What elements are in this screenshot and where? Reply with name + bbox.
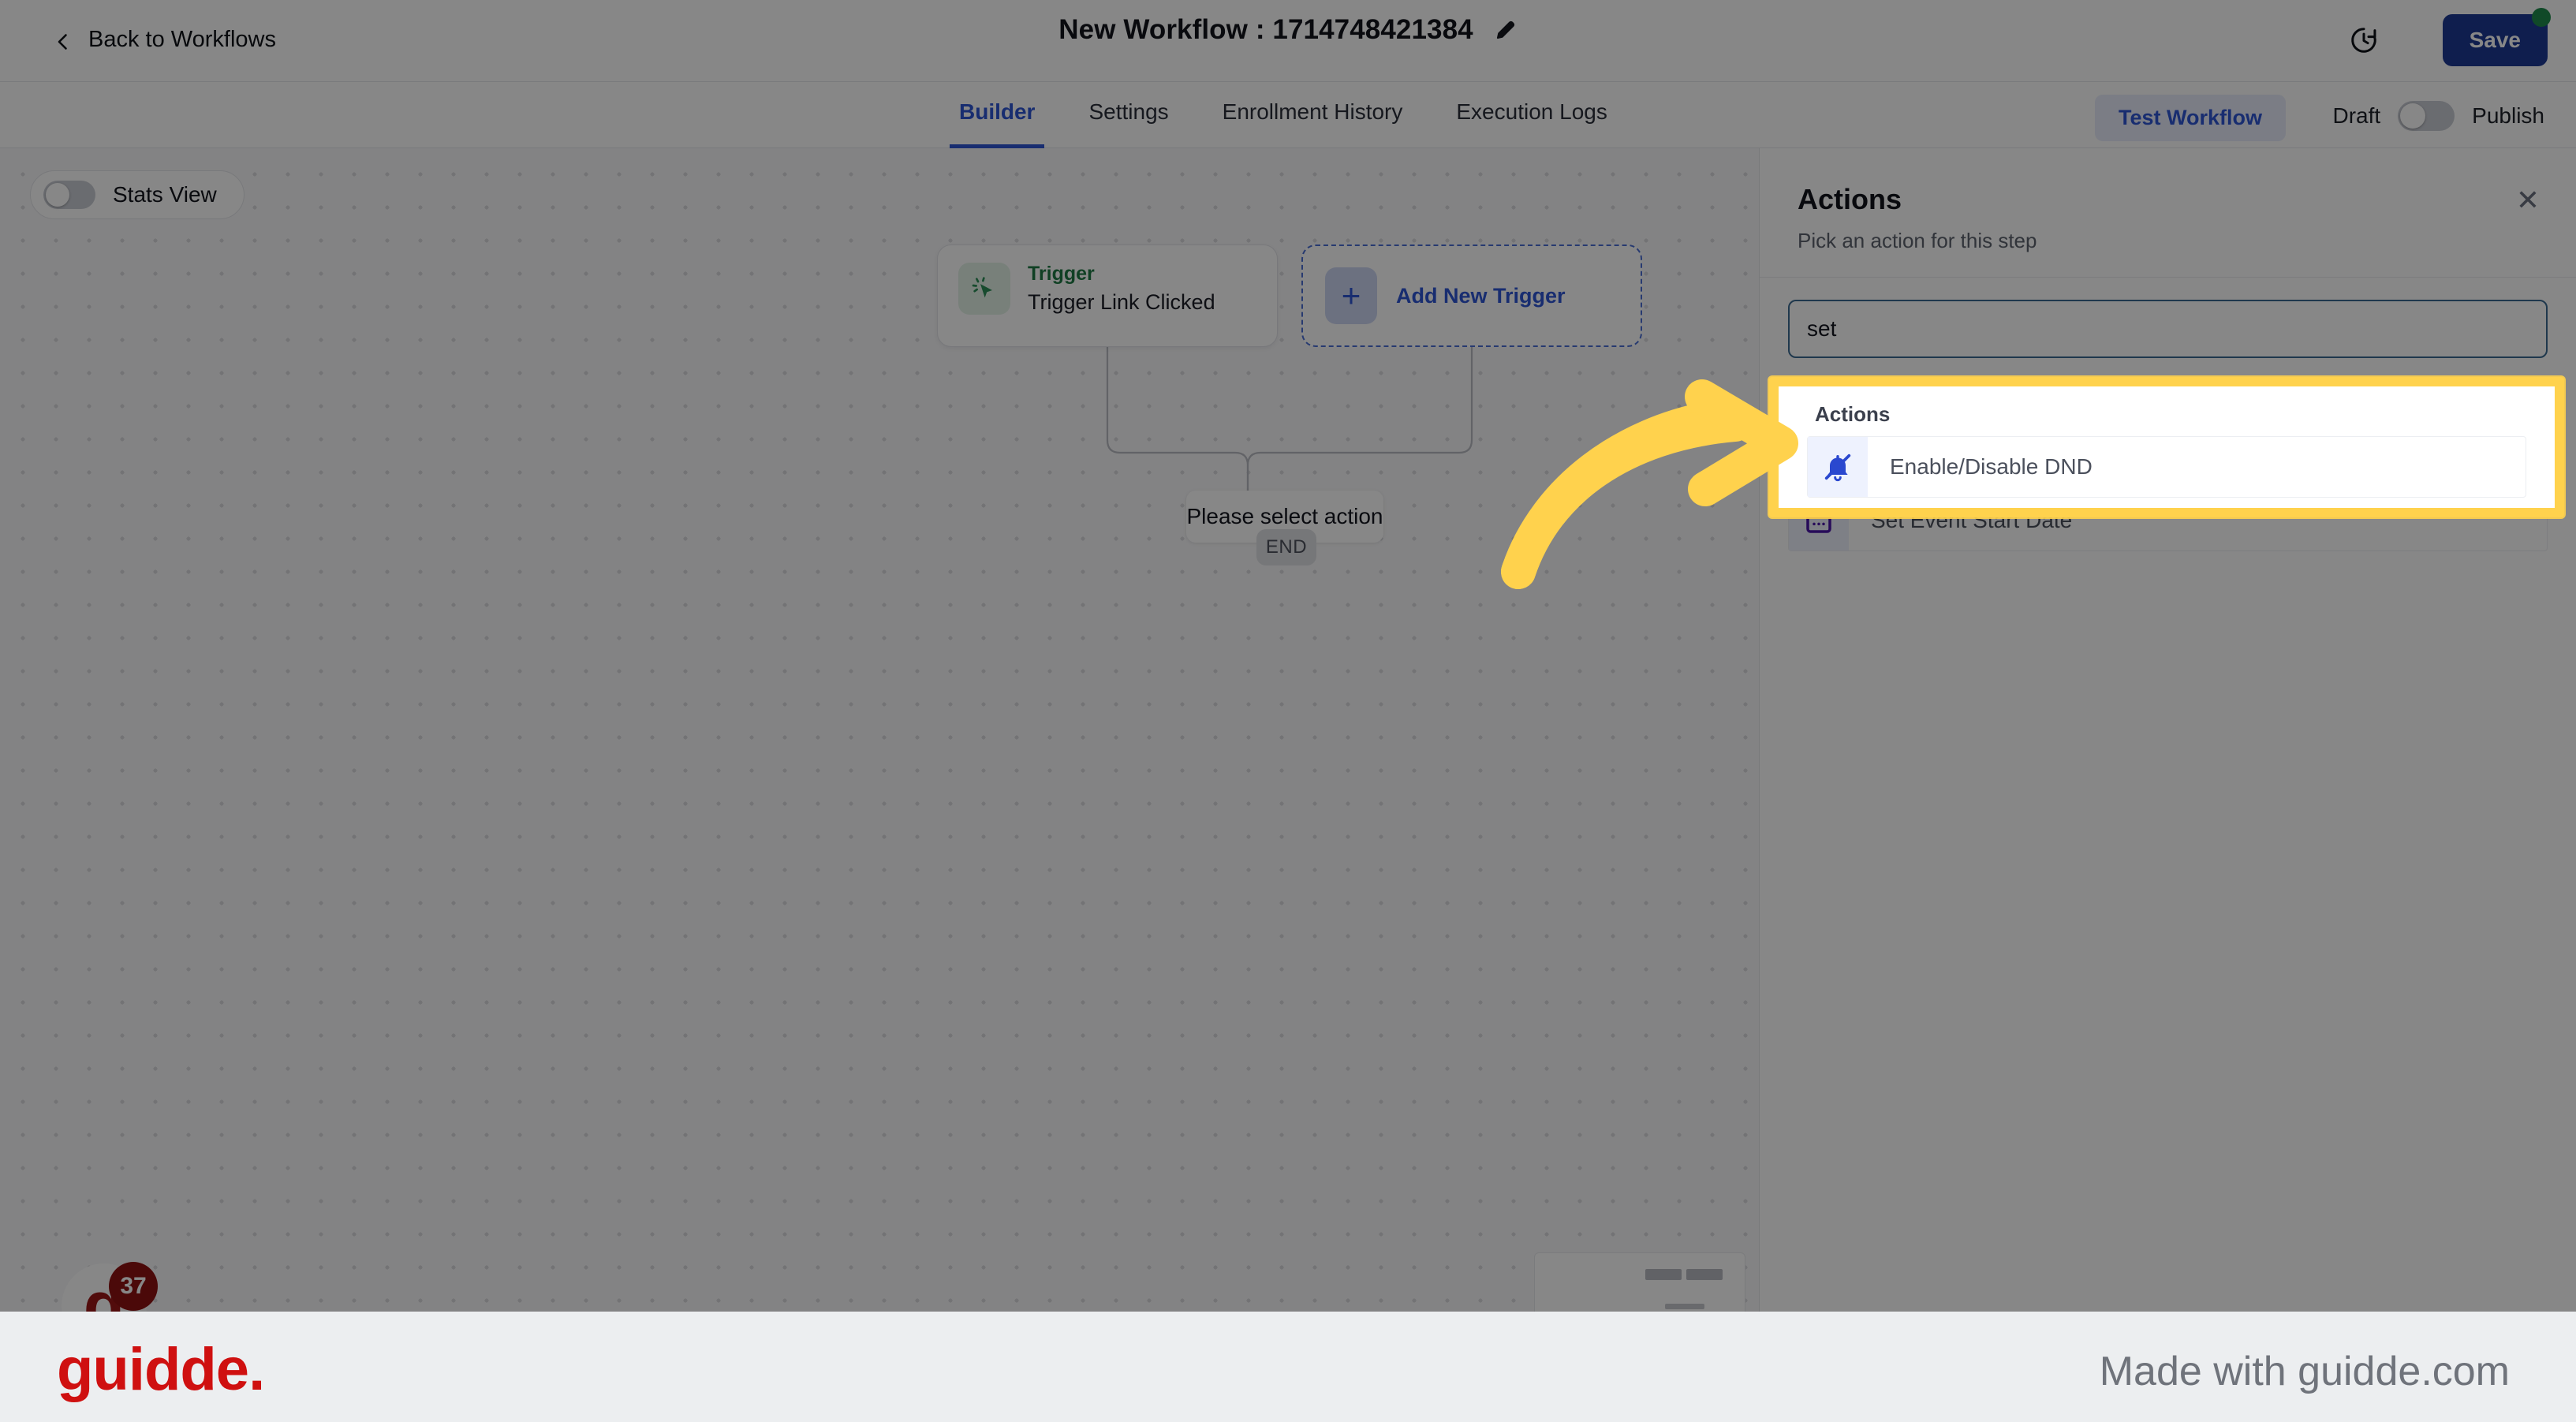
history-clock-icon[interactable] (2349, 25, 2379, 55)
highlight-box: Actions Enable/Disable DND (1769, 377, 2564, 517)
add-new-trigger-label: Add New Trigger (1396, 283, 1566, 308)
search-input[interactable] (1788, 300, 2548, 358)
add-new-trigger-button[interactable]: + Add New Trigger (1301, 244, 1642, 347)
bell-off-icon (1808, 437, 1868, 497)
end-node: END (1256, 529, 1316, 565)
minimap-node-c (1665, 1304, 1704, 1309)
highlight-results-group-header: Actions (1815, 402, 1891, 426)
minimap-node-a (1645, 1269, 1682, 1280)
guidde-step-badge: 37 (109, 1262, 158, 1311)
trigger-kind-label: Trigger (1028, 263, 1095, 285)
trigger-name-label: Trigger Link Clicked (1028, 290, 1215, 314)
minimap-node-b (1686, 1269, 1723, 1280)
actions-panel-subtitle: Pick an action for this step (1798, 229, 2037, 252)
cursor-click-icon (958, 263, 1010, 315)
plus-icon: + (1325, 267, 1377, 324)
application-window: Back to Workflows New Workflow : 1714748… (0, 0, 2576, 1312)
actions-panel-header: Actions Pick an action for this step ✕ (1760, 148, 2576, 278)
page-title: New Workflow : 1714748421384 (1058, 14, 1473, 45)
stats-view-switch[interactable] (43, 181, 95, 209)
draft-label: Draft (2332, 103, 2381, 128)
actions-search-wrap (1760, 278, 2576, 358)
publish-label: Publish (2472, 103, 2544, 128)
test-workflow-button[interactable]: Test Workflow (2094, 95, 2286, 141)
actions-panel-title: Actions (1798, 183, 1902, 215)
save-button[interactable]: Save (2442, 14, 2548, 66)
trigger-node[interactable]: Trigger Trigger Link Clicked (937, 244, 1278, 347)
highlighted-results-group: Actions Enable/Disable DND (1779, 386, 2555, 498)
save-status-dot (2532, 8, 2551, 27)
guidde-logo: guidde. (57, 1336, 265, 1403)
tab-bar: Builder Settings Enrollment History Exec… (0, 82, 2576, 148)
made-with-guidde-label: Made with guidde.com (2099, 1349, 2510, 1394)
canvas-minimap[interactable] (1534, 1252, 1745, 1312)
pencil-icon[interactable] (1494, 18, 1518, 42)
screen-root: Back to Workflows New Workflow : 1714748… (0, 0, 2576, 1422)
publish-toggle-knob (2400, 103, 2426, 129)
tab-list: Builder Settings Enrollment History Exec… (932, 82, 1634, 148)
publish-toggle[interactable] (2398, 101, 2455, 131)
actions-panel: Actions Pick an action for this step ✕ A… (1759, 148, 2576, 1312)
publish-toggle-group: Draft Publish (2332, 101, 2544, 131)
stats-view-knob (46, 183, 69, 207)
guidde-footer: guidde. Made with guidde.com (0, 1312, 2576, 1422)
tab-settings[interactable]: Settings (1062, 82, 1195, 148)
top-bar: Back to Workflows New Workflow : 1714748… (0, 0, 2576, 82)
highlight-action-item-enable-disable-dnd[interactable]: Enable/Disable DND (1807, 436, 2526, 498)
stats-view-toggle[interactable]: Stats View (30, 170, 245, 219)
highlight-action-item-label: Enable/Disable DND (1890, 454, 2093, 479)
tab-enrollment-history[interactable]: Enrollment History (1196, 82, 1430, 148)
workflow-canvas[interactable]: Trigger Trigger Link Clicked + Add New T… (0, 148, 1759, 1312)
stats-view-label: Stats View (113, 182, 217, 207)
close-icon[interactable]: ✕ (2516, 186, 2540, 215)
end-label: END (1265, 536, 1308, 558)
select-action-label: Please select action (1186, 504, 1383, 528)
workflow-title-group: New Workflow : 1714748421384 (0, 14, 2576, 46)
tab-builder[interactable]: Builder (932, 82, 1062, 148)
tab-execution-logs[interactable]: Execution Logs (1429, 82, 1633, 148)
